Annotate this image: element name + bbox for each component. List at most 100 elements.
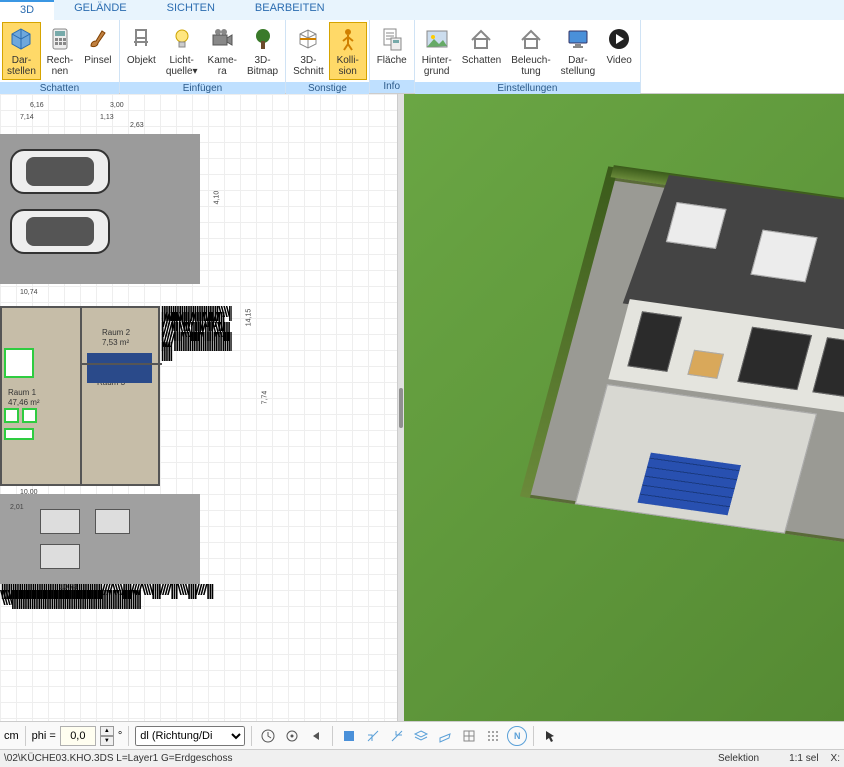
3d-view[interactable]: [404, 94, 844, 721]
ribbon-group-einstellungen: Hinter-grundSchattenBeleuch-tungDar-stel…: [415, 20, 641, 93]
furniture: [95, 509, 130, 534]
kamera-button[interactable]: Kame-ra: [203, 22, 242, 80]
dotgrid-icon[interactable]: [483, 726, 503, 746]
pool-solar: [87, 353, 152, 383]
rechnen-button[interactable]: Rech-nen: [41, 22, 79, 80]
ribbon-label: Dar-: [12, 55, 31, 66]
schatten2-button[interactable]: Schatten: [457, 22, 506, 80]
brush-icon: [84, 25, 112, 53]
cursor-icon[interactable]: [540, 726, 560, 746]
kollision-button[interactable]: Kolli-sion: [329, 22, 367, 80]
phi-input[interactable]: [60, 726, 96, 746]
phi-spinner[interactable]: ▲▼: [100, 726, 114, 746]
dim-label: 4,10: [213, 191, 220, 205]
lower-parking: [0, 494, 200, 584]
ribbon-label: sion: [339, 66, 357, 77]
ribbon: Dar-stellenRech-nenPinsel Schatten Objekt L…: [0, 20, 844, 94]
house-icon: [517, 25, 545, 53]
menu-tabs: 3D GELÄNDE SICHTEN BEARBEITEN: [0, 0, 844, 20]
dim-label: 7,74: [261, 391, 268, 405]
snap1-icon[interactable]: [363, 726, 383, 746]
chair-icon: [127, 25, 155, 53]
ribbon-label: nen: [52, 66, 69, 77]
dim-label: 6,16: [30, 102, 44, 109]
house-icon: [467, 25, 495, 53]
snap2-icon[interactable]: [387, 726, 407, 746]
sectionbox-icon: [294, 25, 322, 53]
target-icon[interactable]: [282, 726, 302, 746]
ribbon-label: Kolli-: [337, 55, 359, 66]
ribbon-label: quelle▾: [166, 66, 198, 77]
deg-label: °: [118, 730, 122, 742]
color-icon[interactable]: [339, 726, 359, 746]
bulb-icon: [168, 25, 196, 53]
status-ratio: 1:1 sel: [789, 753, 818, 764]
flaeche-button[interactable]: Fläche: [372, 22, 412, 78]
stepback-icon[interactable]: [306, 726, 326, 746]
lichtquelle-button[interactable]: Licht-quelle▾: [161, 22, 203, 80]
ribbon-label: Dar-: [568, 55, 587, 66]
status-bar: \02\KÜCHE03.KHO.3DS L=Layer1 G=Erdgescho…: [0, 749, 844, 767]
furniture: [40, 509, 80, 534]
ribbon-label: 3D-: [254, 55, 270, 66]
car-icon: [10, 149, 110, 194]
status-x: X:: [831, 753, 840, 764]
ribbon-label: Hinter-: [422, 55, 452, 66]
north-icon[interactable]: N: [507, 726, 527, 746]
direction-select[interactable]: dl (Richtung/Di: [135, 726, 245, 746]
ribbon-label: Schnitt: [293, 66, 324, 77]
camera-icon: [208, 25, 236, 53]
dim-label: 7,14: [20, 114, 34, 121]
ribbon-group-schatten: Dar-stellenRech-nenPinselSchatten: [0, 20, 120, 93]
darstellen-button[interactable]: Dar-stellen: [2, 22, 41, 80]
dim-label: 1,13: [100, 114, 114, 121]
clock-icon[interactable]: [258, 726, 278, 746]
car-icon: [10, 209, 110, 254]
hintergrund-button[interactable]: Hinter-grund: [417, 22, 457, 80]
tab-sichten[interactable]: SICHTEN: [147, 0, 235, 20]
ribbon-label: tung: [521, 66, 540, 77]
plane-icon[interactable]: [435, 726, 455, 746]
video-button[interactable]: Video: [600, 22, 638, 80]
ribbon-label: Fläche: [377, 55, 407, 66]
cube-icon: [7, 25, 35, 53]
tree-icon: [249, 25, 277, 53]
ribbon-label: grund: [424, 66, 450, 77]
beleuchtung-button[interactable]: Beleuch-tung: [506, 22, 555, 80]
ribbon-label: Video: [606, 55, 631, 66]
room-name: Raum 2: [102, 328, 130, 337]
bitmap3d-button[interactable]: 3D-Bitmap: [242, 22, 283, 80]
furniture: [22, 408, 37, 423]
tab-bearbeiten[interactable]: BEARBEITEN: [235, 0, 345, 20]
ribbon-label: Licht-: [169, 55, 193, 66]
furniture: [4, 408, 19, 423]
grid-icon[interactable]: [459, 726, 479, 746]
layers-icon[interactable]: [411, 726, 431, 746]
ribbon-group-label: Info: [370, 80, 414, 93]
content-area: 6,16 3,00 7,14 1,13 2,63 10,74 14,15 7,7…: [0, 94, 844, 721]
ribbon-group-einfügen: ObjektLicht-quelle▾Kame-ra3D-BitmapEinfü…: [120, 20, 286, 93]
pinsel-button[interactable]: Pinsel: [79, 22, 117, 80]
2d-plan-view[interactable]: 6,16 3,00 7,14 1,13 2,63 10,74 14,15 7,7…: [0, 94, 398, 721]
calcpaper-icon: [378, 25, 406, 53]
phi-label: phi =: [32, 730, 56, 742]
ribbon-group-sonstige: 3D-SchnittKolli-sionSonstige: [286, 20, 370, 93]
vegetation-sketch: ||||||||||||||||||||||||||\\\\|||///|||\…: [160, 306, 232, 491]
dim-label: 10,74: [60, 584, 78, 591]
tab-3d[interactable]: 3D: [0, 0, 54, 20]
ribbon-label: Kame-: [208, 55, 237, 66]
room-name: Raum 1: [8, 388, 36, 397]
tab-gelaende[interactable]: GELÄNDE: [54, 0, 147, 20]
bottom-toolbar: cm phi = ▲▼ ° dl (Richtung/Di N: [0, 721, 844, 749]
objekt-button[interactable]: Objekt: [122, 22, 161, 80]
dim-label: 2,63: [130, 122, 144, 129]
darstellung-button[interactable]: Dar-stellung: [556, 22, 600, 80]
ribbon-label: Bitmap: [247, 66, 278, 77]
room-area: 7,53 m²: [102, 338, 129, 347]
status-file: \02\KÜCHE03.KHO.3DS L=Layer1 G=Erdgescho…: [4, 753, 232, 764]
schnitt3d-button[interactable]: 3D-Schnitt: [288, 22, 329, 80]
dim-label: 10,74: [20, 289, 38, 296]
person-icon: [334, 25, 362, 53]
house-footprint: Raum 1 47,46 m² Raum 2 7,53 m² Raum 3: [0, 306, 160, 486]
ribbon-label: Objekt: [127, 55, 156, 66]
